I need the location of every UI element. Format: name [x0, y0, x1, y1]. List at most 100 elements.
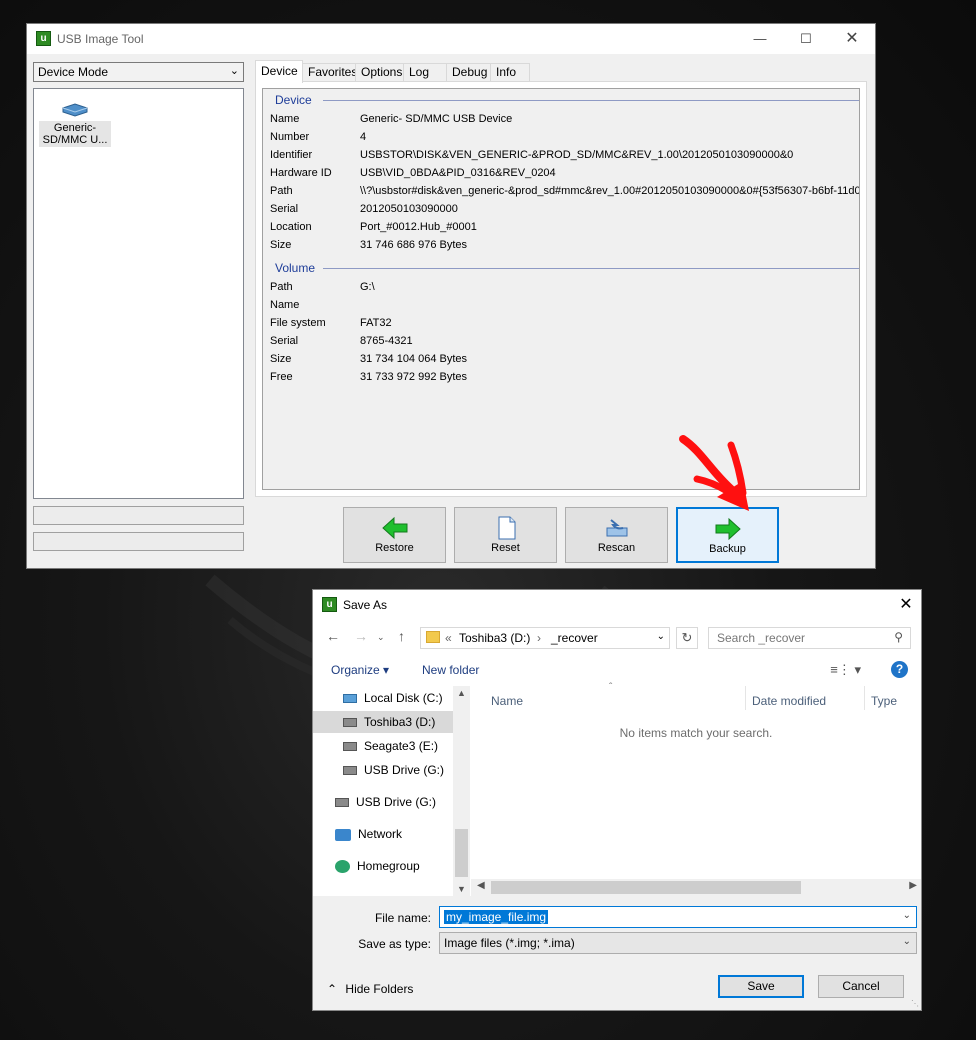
hide-folders-button[interactable]: ⌃ Hide Folders	[327, 982, 413, 996]
view-options-icon[interactable]: ≡⋮ ▾	[830, 662, 861, 678]
document-icon	[498, 516, 515, 540]
prop-key: Free	[270, 371, 293, 383]
device-list[interactable]: Generic- SD/MMC U...	[33, 88, 244, 499]
save-type-select[interactable]: Image files (*.img; *.ima) ⌄	[439, 932, 917, 954]
prop-key: Serial	[270, 335, 299, 347]
save-type-label: Save as type:	[358, 937, 431, 951]
prop-value: USBSTOR\DISK&VEN_GENERIC-&PROD_SD/MMC&RE…	[360, 149, 794, 161]
mode-select-value: Device Mode	[38, 65, 109, 79]
prop-key: Number	[270, 131, 310, 143]
breadcrumb-drive[interactable]: Toshiba3 (D:)	[459, 631, 530, 645]
prop-key: Location	[270, 221, 312, 233]
drive-icon	[335, 798, 349, 808]
reset-label: Reset	[491, 542, 520, 554]
device-properties: Device Name Generic- SD/MMC USB Device Nu…	[262, 88, 860, 490]
search-input[interactable]: Search _recover ⚲	[708, 627, 911, 649]
up-arrow-icon[interactable]: ↑	[398, 628, 405, 644]
tab-options[interactable]: Options	[355, 63, 404, 82]
save-as-dialog: Save As ✕ ← → ⌄ ↑ « Toshiba3 (D:) › _rec…	[312, 589, 922, 1011]
nav-item-homegroup[interactable]: Homegroup	[335, 855, 420, 877]
mode-select[interactable]: Device Mode ⌄	[33, 62, 244, 82]
minimize-button[interactable]: —	[737, 24, 783, 54]
drive-icon	[343, 718, 357, 728]
tab-debug[interactable]: Debug	[446, 63, 491, 82]
close-button[interactable]: ✕	[829, 24, 875, 54]
reset-button[interactable]: Reset	[454, 507, 557, 563]
scroll-up-icon[interactable]: ▲	[457, 688, 466, 698]
dialog-title-bar[interactable]: Save As ✕	[313, 590, 921, 620]
prop-key: Size	[270, 239, 292, 251]
search-placeholder: Search _recover	[717, 631, 806, 645]
cancel-button[interactable]: Cancel	[818, 975, 904, 998]
arrow-left-icon	[381, 516, 407, 540]
scroll-right-icon[interactable]: ▶	[909, 880, 917, 891]
forward-arrow-icon[interactable]: →	[354, 628, 368, 644]
sort-indicator-icon: ˆ	[609, 682, 613, 693]
device-item-generic-sd[interactable]: Generic- SD/MMC U...	[39, 103, 111, 147]
tab-favorites[interactable]: Favorites	[302, 63, 357, 82]
scrollbar-thumb[interactable]	[455, 829, 468, 877]
usb-image-tool-window: USB Image Tool — ☐ ✕ Device Mode ⌄ Gener…	[26, 23, 876, 569]
column-header-name[interactable]: Name	[485, 690, 523, 712]
nav-item-network[interactable]: Network	[335, 823, 402, 845]
scrollbar-thumb[interactable]	[491, 881, 801, 894]
resize-grip-icon[interactable]: ⋱	[911, 999, 919, 1008]
prop-value: 2012050103090000	[360, 203, 458, 215]
nav-item-seagate3-e[interactable]: Seagate3 (E:)	[343, 735, 438, 757]
window-title: USB Image Tool	[57, 32, 144, 46]
scroll-down-icon[interactable]: ▼	[457, 884, 466, 894]
file-name-label: File name:	[374, 911, 431, 925]
maximize-button[interactable]: ☐	[783, 24, 829, 54]
nav-item-label: Homegroup	[357, 859, 420, 873]
red-arrow-annotation	[679, 435, 749, 511]
chevron-down-icon[interactable]: ⌄	[903, 910, 911, 921]
scroll-left-icon[interactable]: ◀	[477, 880, 485, 891]
hide-folders-label: Hide Folders	[345, 982, 414, 996]
group-divider	[323, 268, 859, 269]
network-icon	[335, 828, 351, 841]
tab-info[interactable]: Info	[490, 63, 530, 82]
organize-button[interactable]: Organize ▾	[331, 663, 389, 677]
column-header-type[interactable]: Type	[865, 690, 897, 712]
recent-locations-icon[interactable]: ⌄	[377, 632, 385, 643]
restore-button[interactable]: Restore	[343, 507, 446, 563]
column-header-date-modified[interactable]: Date modified	[746, 690, 826, 712]
backup-label: Backup	[709, 543, 746, 555]
prop-key: File system	[270, 317, 326, 329]
breadcrumb-overflow[interactable]: «	[445, 631, 452, 645]
nav-item-local-disk-c[interactable]: Local Disk (C:)	[343, 687, 443, 709]
breadcrumb-folder[interactable]: _recover	[551, 631, 598, 645]
help-icon[interactable]: ?	[891, 661, 908, 678]
address-bar[interactable]: « Toshiba3 (D:) › _recover ⌄	[420, 627, 670, 649]
chevron-down-icon: ⌄	[902, 936, 911, 947]
file-name-input[interactable]: my_image_file.img ⌄	[439, 906, 917, 928]
prop-value: G:\	[360, 281, 375, 293]
file-list-pane: ˆ Name Date modified Type No items match…	[471, 682, 921, 896]
close-icon[interactable]: ✕	[891, 590, 921, 620]
nav-item-usb-drive-g[interactable]: USB Drive (G:)	[343, 759, 444, 781]
file-list-scrollbar[interactable]: ◀ ▶	[471, 879, 921, 896]
prop-key: Hardware ID	[270, 167, 332, 179]
dialog-title: Save As	[343, 598, 388, 612]
new-folder-button[interactable]: New folder	[422, 663, 479, 677]
nav-item-toshiba3-d[interactable]: Toshiba3 (D:)	[313, 711, 453, 733]
usb-image-tool-icon	[322, 597, 337, 612]
progress-bar	[33, 506, 244, 525]
refresh-icon[interactable]: ↻	[676, 627, 698, 649]
chevron-down-icon[interactable]: ⌄	[657, 631, 665, 642]
nav-item-usb-drive-g-root[interactable]: USB Drive (G:)	[335, 791, 436, 813]
nav-pane-scrollbar[interactable]: ▲ ▼	[453, 686, 470, 896]
rescan-button[interactable]: Rescan	[565, 507, 668, 563]
back-arrow-icon[interactable]: ←	[326, 628, 340, 644]
title-bar[interactable]: USB Image Tool — ☐ ✕	[27, 24, 875, 54]
device-tab-panel: Device Name Generic- SD/MMC USB Device Nu…	[255, 81, 867, 497]
drive-icon	[343, 694, 357, 704]
drive-icon	[343, 766, 357, 776]
homegroup-icon	[335, 860, 350, 874]
save-button[interactable]: Save	[718, 975, 804, 998]
prop-value: 31 734 104 064 Bytes	[360, 353, 468, 365]
rescan-icon	[606, 519, 627, 537]
nav-item-label: Local Disk (C:)	[364, 691, 443, 705]
tab-device[interactable]: Device	[255, 60, 303, 83]
tab-log[interactable]: Log	[403, 63, 447, 82]
